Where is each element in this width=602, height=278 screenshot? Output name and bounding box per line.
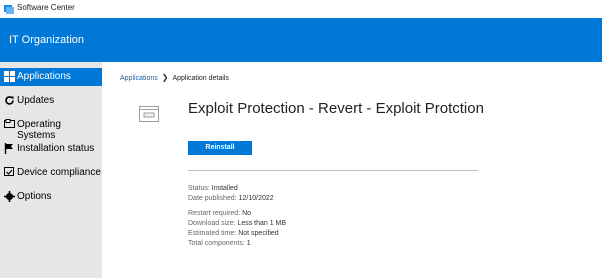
sidebar-item-label: Applications bbox=[17, 71, 71, 82]
sidebar-item-label: Device compliance bbox=[17, 167, 101, 178]
title-bar: Software Center bbox=[0, 0, 602, 18]
sidebar-item-label: Updates bbox=[17, 95, 55, 106]
status-row: Status: Installed bbox=[188, 185, 238, 192]
app-title: Exploit Protection - Revert - Exploit Pr… bbox=[188, 100, 484, 117]
restart-required-row: Restart required: No bbox=[188, 210, 252, 217]
flag-icon bbox=[4, 143, 13, 154]
window-title: Software Center bbox=[17, 3, 75, 12]
sidebar-item-updates[interactable]: Updates bbox=[0, 92, 102, 110]
sidebar-item-label: Operating Systems bbox=[17, 119, 61, 141]
sidebar-item-device-compliance[interactable]: Device compliance bbox=[0, 164, 102, 182]
download-size-row: Download size: Less than 1 MB bbox=[188, 220, 287, 227]
download-size-value: Less than 1 MB bbox=[237, 220, 287, 227]
estimated-time-row: Estimated time: Not specified bbox=[188, 230, 279, 237]
grid-icon bbox=[4, 71, 15, 82]
compliance-icon bbox=[4, 167, 14, 176]
total-components-row: Total components: 1 bbox=[188, 240, 251, 247]
date-published-value: 12/10/2022 bbox=[238, 195, 274, 202]
sidebar-item-operating-systems[interactable]: Operating Systems bbox=[0, 116, 102, 141]
status-value: Installed bbox=[211, 185, 238, 192]
reinstall-button[interactable]: Reinstall bbox=[188, 141, 252, 155]
breadcrumb: Applications ❯ Application details bbox=[120, 73, 229, 82]
sidebar-item-applications[interactable]: Applications bbox=[0, 68, 102, 86]
sidebar-item-installation-status[interactable]: Installation status bbox=[0, 140, 102, 158]
breadcrumb-applications-link[interactable]: Applications bbox=[120, 75, 158, 82]
estimated-time-value: Not specified bbox=[238, 230, 279, 237]
total-components-value: 1 bbox=[246, 240, 251, 247]
software-center-icon bbox=[4, 5, 14, 14]
sidebar-item-options[interactable]: Options bbox=[0, 188, 102, 206]
breadcrumb-current: Application details bbox=[172, 75, 229, 82]
gear-icon bbox=[4, 191, 15, 202]
sidebar-item-label: Options bbox=[17, 191, 52, 202]
sidebar-item-label: Installation status bbox=[17, 143, 95, 154]
app-header: IT Organization bbox=[0, 18, 602, 62]
application-icon bbox=[139, 106, 159, 122]
refresh-icon bbox=[5, 96, 14, 105]
monitor-icon bbox=[4, 119, 15, 128]
main-content: Applications ❯ Application details Exploit… bbox=[102, 62, 602, 278]
chevron-right-icon: ❯ bbox=[161, 73, 169, 82]
date-published-row: Date published: 12/10/2022 bbox=[188, 195, 274, 202]
sidebar: Applications Updates Operating Systems I… bbox=[0, 62, 102, 278]
organization-name: IT Organization bbox=[9, 34, 85, 46]
restart-required-value: No bbox=[242, 210, 252, 217]
divider bbox=[188, 170, 478, 171]
